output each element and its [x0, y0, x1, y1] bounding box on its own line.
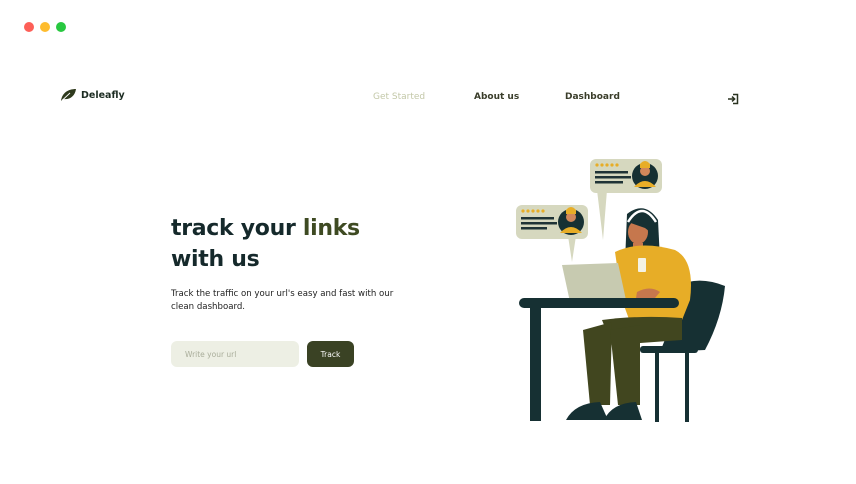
url-input[interactable]: [171, 341, 299, 367]
hero-title-line2: with us: [171, 247, 260, 272]
nav-link-about-us[interactable]: About us: [474, 92, 519, 102]
brand-name: Deleafly: [81, 89, 125, 101]
leaf-icon: [61, 89, 76, 101]
brand-logo[interactable]: Deleafly: [60, 88, 125, 102]
review-bubble-left: [516, 205, 588, 262]
window-controls: [24, 22, 66, 32]
hero-description: Track the traffic on your url's easy and…: [171, 289, 394, 312]
nav-link-get-started[interactable]: Get Started: [373, 92, 425, 102]
hero-title-part1: track your: [171, 216, 303, 241]
close-window-button[interactable]: [24, 22, 34, 32]
track-button[interactable]: Track: [307, 341, 354, 367]
hero-title: track your links with us: [171, 213, 360, 275]
app-window: Deleafly Get Started About us Dashboard …: [0, 0, 856, 484]
customer-support-illustration: [516, 159, 725, 422]
top-navigation: Deleafly Get Started About us Dashboard: [60, 88, 746, 108]
maximize-window-button[interactable]: [56, 22, 66, 32]
support-agent: [566, 208, 691, 420]
sign-in-icon[interactable]: [727, 90, 739, 109]
hero-title-accent: links: [302, 216, 360, 241]
nav-link-dashboard[interactable]: Dashboard: [565, 92, 620, 102]
minimize-window-button[interactable]: [40, 22, 50, 32]
